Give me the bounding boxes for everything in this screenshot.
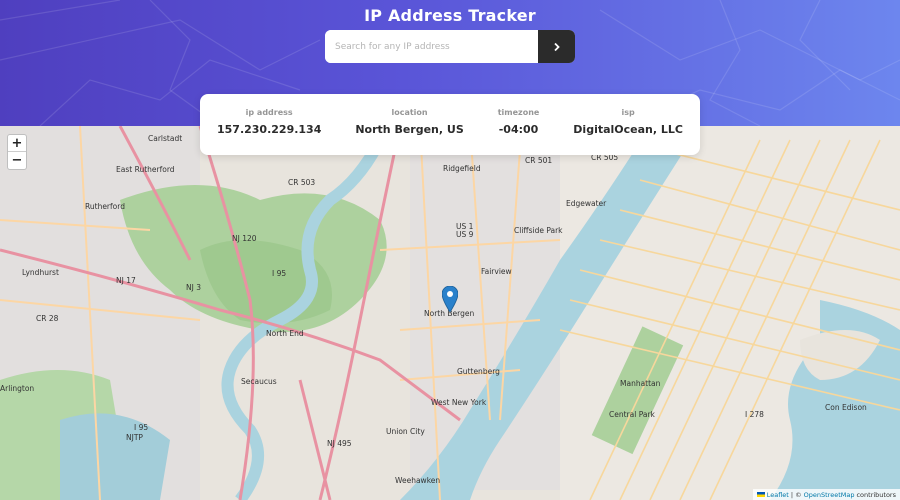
search-bar <box>325 30 575 63</box>
map-label-weehawken: Weehawken <box>395 476 440 485</box>
page-title: IP Address Tracker <box>364 6 536 25</box>
ip-address-value: 157.230.229.134 <box>216 123 322 136</box>
timezone-section: timezone -04:00 <box>498 108 540 136</box>
map-label-con-edison: Con Edison <box>825 403 867 412</box>
map-label-nj120: NJ 120 <box>232 234 257 243</box>
map-label-arlington: Arlington <box>0 384 34 393</box>
map-label-nj3: NJ 3 <box>186 283 201 292</box>
map-label-i95b: I 95 <box>134 423 148 432</box>
ip-info-card: ip address 157.230.229.134 location Nort… <box>200 94 700 155</box>
ukraine-flag-icon <box>756 492 765 497</box>
ip-address-label: ip address <box>245 108 293 117</box>
map-label-fairview: Fairview <box>481 267 512 276</box>
attribution-separator: | © <box>790 490 802 499</box>
map-label-edgewater: Edgewater <box>566 199 607 208</box>
ip-address-section: ip address 157.230.229.134 <box>217 108 321 136</box>
map-label-nj495: NJ 495 <box>327 439 352 448</box>
map-label-west-new-york: West New York <box>431 398 487 407</box>
isp-value: DigitalOcean, LLC <box>573 123 683 136</box>
zoom-control: + − <box>7 134 27 170</box>
timezone-value: -04:00 <box>498 123 539 136</box>
attribution-contributors: contributors <box>856 490 896 499</box>
map-label-central-park: Central Park <box>609 410 656 419</box>
leaflet-link[interactable]: Leaflet <box>767 491 789 499</box>
openstreetmap-link[interactable]: OpenStreetMap <box>804 491 855 499</box>
search-submit-button[interactable] <box>538 30 575 63</box>
isp-label: isp <box>621 108 635 117</box>
map-label-guttenberg: Guttenberg <box>457 367 500 376</box>
map-label-cr501: CR 501 <box>525 156 552 165</box>
zoom-in-button[interactable]: + <box>8 135 26 152</box>
location-label: location <box>391 108 428 117</box>
map-attribution: Leaflet | © OpenStreetMap contributors <box>752 489 900 500</box>
map-label-secaucus: Secaucus <box>241 377 277 386</box>
map-label-north-end: North End <box>266 329 304 338</box>
map-label-nj17: NJ 17 <box>116 276 136 285</box>
map-label-east-rutherford: East Rutherford <box>116 165 175 174</box>
ip-search-input[interactable] <box>325 30 538 63</box>
map-label-ridgefield: Ridgefield <box>443 164 481 173</box>
map-label-union-city: Union City <box>386 427 425 436</box>
map-label-i95a: I 95 <box>272 269 286 278</box>
map-label-cliffside-park: Cliffside Park <box>514 226 563 235</box>
map-label-i278: I 278 <box>745 410 764 419</box>
map-label-cr28: CR 28 <box>36 314 59 323</box>
map-label-manhattan: Manhattan <box>620 379 661 388</box>
zoom-out-button[interactable]: − <box>8 152 26 169</box>
location-value: North Bergen, US <box>355 123 464 136</box>
map-label-us9: US 9 <box>456 230 474 239</box>
location-section: location North Bergen, US <box>355 108 463 136</box>
map-label-rutherford: Rutherford <box>85 202 125 211</box>
map-label-carlstadt: Carlstadt <box>148 134 182 143</box>
timezone-label: timezone <box>497 108 540 117</box>
location-marker-icon[interactable] <box>441 285 459 316</box>
map-label-njtp: NJTP <box>126 433 143 442</box>
isp-section: isp DigitalOcean, LLC <box>573 108 683 136</box>
chevron-right-icon <box>553 42 560 51</box>
map-label-cr503: CR 503 <box>288 178 315 187</box>
map-label-lyndhurst: Lyndhurst <box>22 268 59 277</box>
